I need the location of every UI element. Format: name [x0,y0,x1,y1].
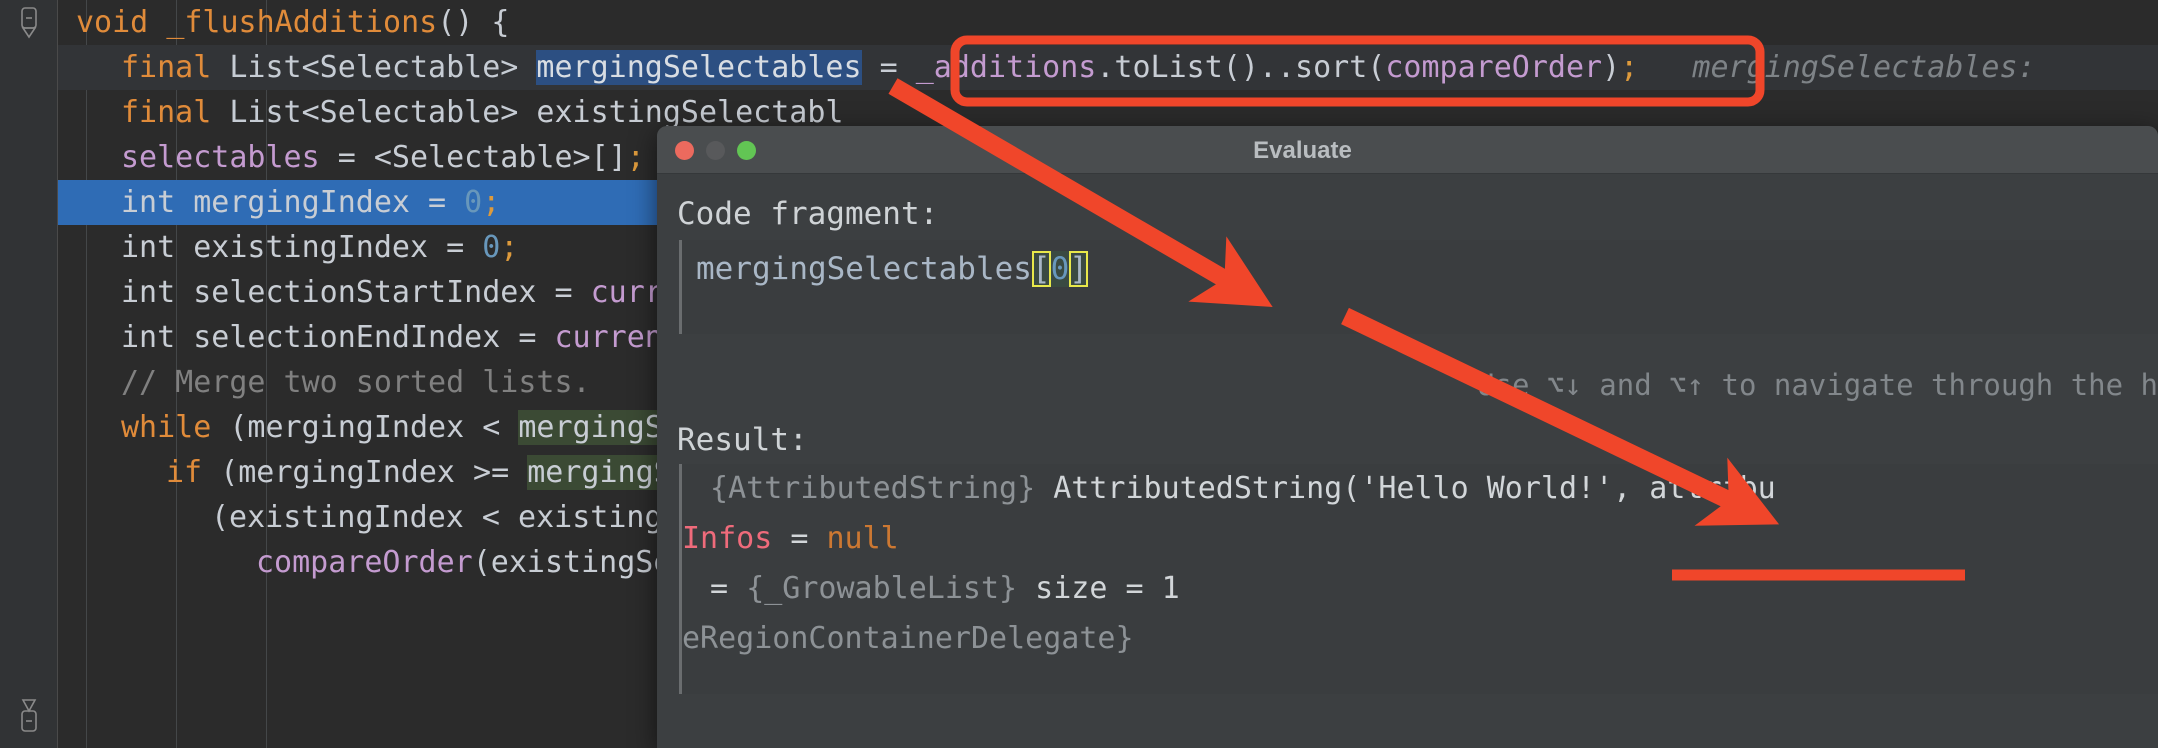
screen: void _flushAdditions() {final List<Selec… [0,0,2158,748]
annotation-overlay [888,35,1965,581]
arrow-expression-to-code-fragment [888,78,1273,308]
highlight-rectangle-expression [950,35,1765,107]
arrow-code-fragment-to-result [1341,307,1780,526]
